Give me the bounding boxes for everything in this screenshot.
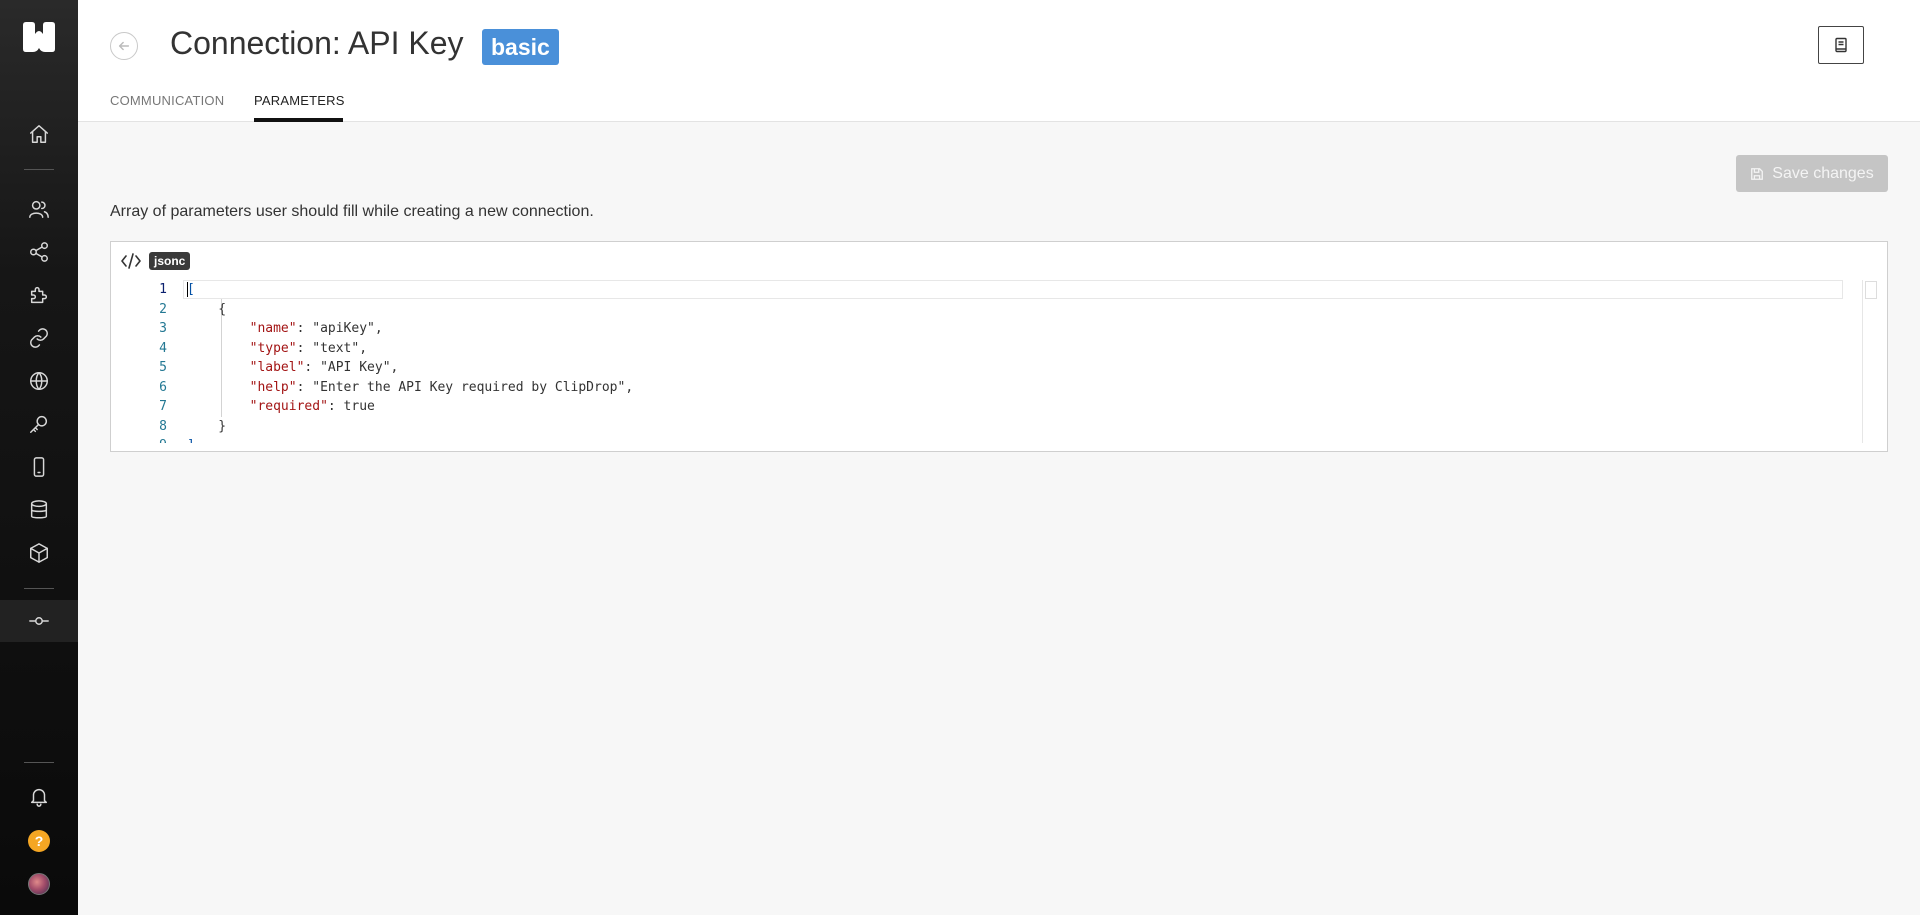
bell-icon[interactable]: [24, 781, 54, 811]
code-text: [: [187, 282, 195, 297]
code-text: "required": true: [249, 399, 375, 414]
tab-communication[interactable]: COMMUNICATION: [110, 93, 224, 108]
book-icon: [1835, 37, 1847, 53]
line-number: 8: [159, 418, 167, 434]
code-line[interactable]: 8 }: [111, 417, 1861, 436]
help-icon[interactable]: ?: [28, 830, 50, 852]
tab-parameters[interactable]: PARAMETERS: [254, 93, 345, 108]
code-line[interactable]: 2 {: [111, 300, 1861, 319]
line-number: 1: [159, 282, 167, 297]
puzzle-icon[interactable]: [24, 280, 54, 310]
code-icon: [121, 253, 141, 269]
sidebar: ?: [0, 0, 78, 915]
package-icon[interactable]: [24, 538, 54, 568]
code-text: "name": "apiKey",: [249, 321, 383, 336]
documentation-button[interactable]: [1818, 26, 1864, 64]
users-icon[interactable]: [24, 194, 54, 224]
active-tab-indicator: [254, 118, 343, 122]
line-number: 9: [111, 436, 167, 443]
editor-toolbar: jsonc: [121, 252, 191, 270]
text-cursor: [187, 282, 188, 297]
code-line[interactable]: 9]: [111, 436, 1861, 443]
code-line[interactable]: 3 "name": "apiKey",: [111, 319, 1861, 338]
link-icon[interactable]: [24, 323, 54, 353]
page-header: Connection: API Key basic COMMUNICATION …: [78, 0, 1920, 122]
code-line[interactable]: 7 "required": true: [111, 397, 1861, 416]
page-title: Connection: API Key: [170, 25, 464, 61]
sidebar-divider: [24, 169, 54, 170]
sidebar-divider: [24, 588, 54, 589]
editor-scrollbar[interactable]: [1862, 280, 1863, 443]
language-badge: jsonc: [149, 252, 191, 270]
code-editor[interactable]: jsonc 1[2 {3 "name": "apiKey", 4 "type": …: [110, 241, 1888, 452]
line-number: 7: [159, 399, 167, 414]
code-area[interactable]: 1[2 {3 "name": "apiKey", 4 "type": "text"…: [111, 280, 1861, 443]
code-text: ]: [187, 436, 195, 443]
globe-icon[interactable]: [24, 366, 54, 396]
line-number: 5: [159, 360, 167, 375]
code-line[interactable]: 5 "label": "API Key",: [111, 358, 1861, 377]
avatar[interactable]: [28, 873, 50, 895]
type-badge: basic: [482, 29, 559, 65]
connection-icon[interactable]: [24, 606, 54, 636]
line-number: 6: [159, 379, 167, 395]
code-text: "help": "Enter the API Key required by C…: [249, 379, 634, 395]
share-icon[interactable]: [24, 237, 54, 267]
line-number: 3: [159, 321, 167, 336]
code-line[interactable]: 1[: [111, 280, 1861, 299]
code-line[interactable]: 4 "type": "text",: [111, 339, 1861, 358]
save-label: Save changes: [1772, 164, 1874, 182]
code-line[interactable]: 6 "help": "Enter the API Key required by…: [111, 378, 1861, 397]
save-changes-button[interactable]: Save changes: [1736, 155, 1888, 192]
back-button[interactable]: [110, 32, 138, 60]
line-number: 4: [159, 340, 167, 356]
code-text: }: [187, 418, 227, 434]
editor-scroll-marker: [1865, 281, 1877, 299]
arrow-left-icon: [118, 41, 130, 51]
code-text: {: [187, 301, 227, 317]
sidebar-divider: [24, 762, 54, 763]
line-number: 2: [159, 301, 167, 317]
code-text: "label": "API Key",: [249, 360, 399, 375]
home-icon[interactable]: [24, 119, 54, 149]
mobile-icon[interactable]: [24, 452, 54, 482]
app-logo[interactable]: [21, 22, 57, 52]
parameters-description: Array of parameters user should fill whi…: [110, 203, 594, 220]
key-icon[interactable]: [24, 409, 54, 439]
database-icon[interactable]: [24, 495, 54, 525]
current-line-highlight: [183, 280, 1843, 299]
code-text: "type": "text",: [249, 340, 368, 356]
save-icon: [1751, 167, 1764, 180]
